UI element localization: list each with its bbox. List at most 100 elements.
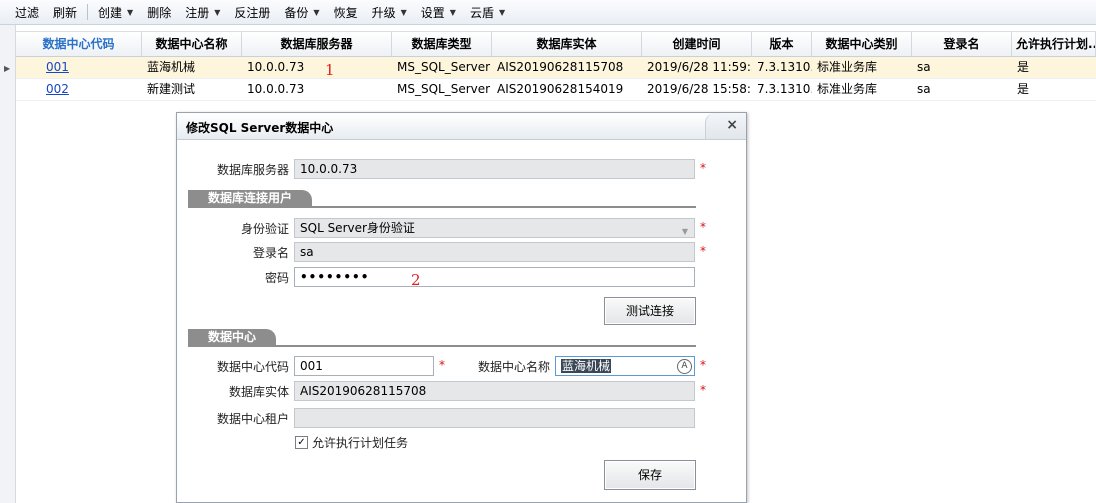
grid-header: 数据中心代码 数据中心名称 数据库服务器 数据库类型 数据库实体 创建时间 版本… bbox=[16, 31, 1096, 57]
section-db-user: 数据库连接用户 bbox=[188, 190, 696, 208]
dc-code-label: 数据中心代码 bbox=[216, 360, 289, 374]
row-allow: 是 bbox=[1017, 60, 1030, 74]
password-field[interactable]: •••••••• bbox=[294, 267, 695, 287]
chevron-down-icon: ▼ bbox=[127, 7, 134, 17]
save-button[interactable]: 保存 bbox=[604, 460, 696, 490]
row-server: 10.0.0.73 bbox=[247, 82, 305, 96]
entity-field: AIS20190628115708 bbox=[294, 381, 695, 401]
chevron-down-icon: ▼ bbox=[400, 7, 407, 17]
edit-datacenter-dialog: 修改SQL Server数据中心 × 数据库服务器 10.0.0.73 * 数据… bbox=[176, 112, 747, 503]
required-mark: * bbox=[700, 358, 706, 372]
tenant-label: 数据中心租户 bbox=[216, 412, 289, 426]
test-connection-button[interactable]: 测试连接 bbox=[604, 297, 696, 325]
dialog-titlebar[interactable]: 修改SQL Server数据中心 × bbox=[177, 113, 746, 140]
row-server: 10.0.0.73 bbox=[247, 60, 305, 74]
column-header-name[interactable]: 数据中心名称 bbox=[142, 32, 242, 56]
delete-label: 删除 bbox=[147, 5, 172, 20]
row-version: 7.3.1310.2 bbox=[757, 82, 812, 96]
filter-button[interactable]: 过滤 bbox=[0, 0, 46, 24]
row-code-link[interactable]: 001 bbox=[16, 57, 142, 78]
column-header-server[interactable]: 数据库服务器 bbox=[242, 32, 392, 56]
column-header-category[interactable]: 数据中心类别 bbox=[812, 32, 912, 56]
unregister-button[interactable]: 反注册 bbox=[227, 0, 277, 24]
auth-select[interactable]: SQL Server身份验证 ▼ bbox=[294, 218, 695, 238]
create-menu[interactable]: 创建 ▼ bbox=[91, 0, 140, 24]
password-label: 密码 bbox=[264, 271, 289, 285]
row-entity: AIS20190628154019 bbox=[497, 82, 624, 96]
login-field[interactable]: sa bbox=[294, 242, 695, 262]
unregister-label: 反注册 bbox=[234, 5, 271, 20]
row-name: 新建测试 bbox=[147, 82, 196, 96]
clear-icon[interactable]: A bbox=[677, 359, 692, 374]
chevron-down-icon: ▼ bbox=[214, 7, 221, 17]
settings-menu[interactable]: 设置 ▼ bbox=[414, 0, 463, 24]
allow-schedule-label: 允许执行计划任务 bbox=[312, 436, 409, 450]
upgrade-label: 升级 bbox=[371, 5, 396, 20]
refresh-button[interactable]: 刷新 bbox=[46, 0, 84, 24]
row-category: 标准业务库 bbox=[817, 82, 878, 96]
auth-label: 身份验证 bbox=[240, 222, 289, 236]
chevron-down-icon: ▼ bbox=[449, 7, 456, 17]
required-mark: * bbox=[439, 358, 445, 372]
register-label: 注册 bbox=[185, 5, 210, 20]
section-db-user-title: 数据库连接用户 bbox=[188, 190, 313, 206]
dc-name-value: 蓝海机械 bbox=[561, 359, 612, 373]
toolbar-divider bbox=[87, 4, 89, 20]
dialog-title: 修改SQL Server数据中心 bbox=[186, 121, 334, 135]
chevron-down-icon: ▼ bbox=[498, 7, 506, 17]
column-header-entity[interactable]: 数据库实体 bbox=[492, 32, 642, 56]
cloud-shield-menu[interactable]: 云盾 ▼ bbox=[463, 0, 512, 24]
annotation-marker-2: 2 bbox=[411, 271, 421, 289]
auth-select-value: SQL Server身份验证 bbox=[300, 221, 415, 235]
register-menu[interactable]: 注册 ▼ bbox=[178, 0, 227, 24]
checkbox-checked-icon[interactable]: ✓ bbox=[295, 436, 308, 449]
column-header-allow[interactable]: 允许执行计划... bbox=[1012, 32, 1096, 56]
required-mark: * bbox=[700, 383, 706, 397]
delete-button[interactable]: 删除 bbox=[140, 0, 178, 24]
restore-button[interactable]: 恢复 bbox=[327, 0, 365, 24]
row-allow: 是 bbox=[1017, 82, 1030, 96]
close-icon[interactable]: × bbox=[726, 117, 738, 133]
column-header-created[interactable]: 创建时间 bbox=[642, 32, 752, 56]
create-label: 创建 bbox=[98, 5, 123, 20]
row-header-column bbox=[0, 25, 16, 503]
column-header-dbtype[interactable]: 数据库类型 bbox=[392, 32, 492, 56]
table-row[interactable]: 001 蓝海机械 10.0.0.73 MS_SQL_Server AIS2019… bbox=[16, 57, 1096, 79]
db-server-label: 数据库服务器 bbox=[216, 163, 289, 177]
toolbar: 过滤 刷新 创建 ▼ 删除 注册 ▼ 反注册 备份 ▼ 恢复 升级 ▼ 设置 ▼ 云盾 ▼ bbox=[0, 0, 1096, 25]
filter-label: 过滤 bbox=[15, 5, 40, 20]
dc-code-field[interactable]: 001 bbox=[294, 356, 434, 376]
required-mark: * bbox=[700, 161, 706, 175]
table-row[interactable]: 002 新建测试 10.0.0.73 MS_SQL_Server AIS2019… bbox=[16, 79, 1096, 101]
entity-label: 数据库实体 bbox=[228, 385, 289, 399]
settings-label: 设置 bbox=[420, 5, 445, 20]
required-mark: * bbox=[700, 244, 706, 258]
column-header-code[interactable]: 数据中心代码 bbox=[16, 32, 142, 56]
restore-label: 恢复 bbox=[333, 5, 358, 20]
dc-name-field[interactable]: 蓝海机械 A bbox=[555, 356, 695, 376]
row-name: 蓝海机械 bbox=[147, 60, 196, 74]
row-category: 标准业务库 bbox=[817, 60, 878, 74]
row-created: 2019/6/28 15:58:16 bbox=[647, 82, 752, 96]
section-datacenter: 数据中心 bbox=[188, 329, 696, 347]
annotation-marker-1: 1 bbox=[325, 61, 335, 79]
row-dbtype: MS_SQL_Server bbox=[397, 60, 491, 74]
upgrade-menu[interactable]: 升级 ▼ bbox=[365, 0, 414, 24]
login-label: 登录名 bbox=[252, 246, 289, 260]
row-dbtype: MS_SQL_Server bbox=[397, 82, 491, 96]
row-code-link[interactable]: 002 bbox=[16, 79, 142, 100]
backup-menu[interactable]: 备份 ▼ bbox=[277, 0, 326, 24]
required-mark: * bbox=[700, 220, 706, 234]
column-header-login[interactable]: 登录名 bbox=[912, 32, 1012, 56]
row-login: sa bbox=[917, 82, 931, 96]
db-server-field: 10.0.0.73 bbox=[294, 159, 695, 179]
dc-name-label: 数据中心名称 bbox=[477, 360, 550, 374]
row-version: 7.3.1310.2 bbox=[757, 60, 812, 74]
row-pointer-icon: ▶ bbox=[4, 64, 11, 73]
column-header-version[interactable]: 版本 bbox=[752, 32, 812, 56]
tenant-field[interactable] bbox=[294, 408, 695, 428]
cloud-shield-label: 云盾 bbox=[469, 5, 494, 20]
chevron-down-icon: ▼ bbox=[681, 227, 688, 236]
backup-label: 备份 bbox=[284, 5, 309, 20]
refresh-label: 刷新 bbox=[53, 5, 78, 20]
